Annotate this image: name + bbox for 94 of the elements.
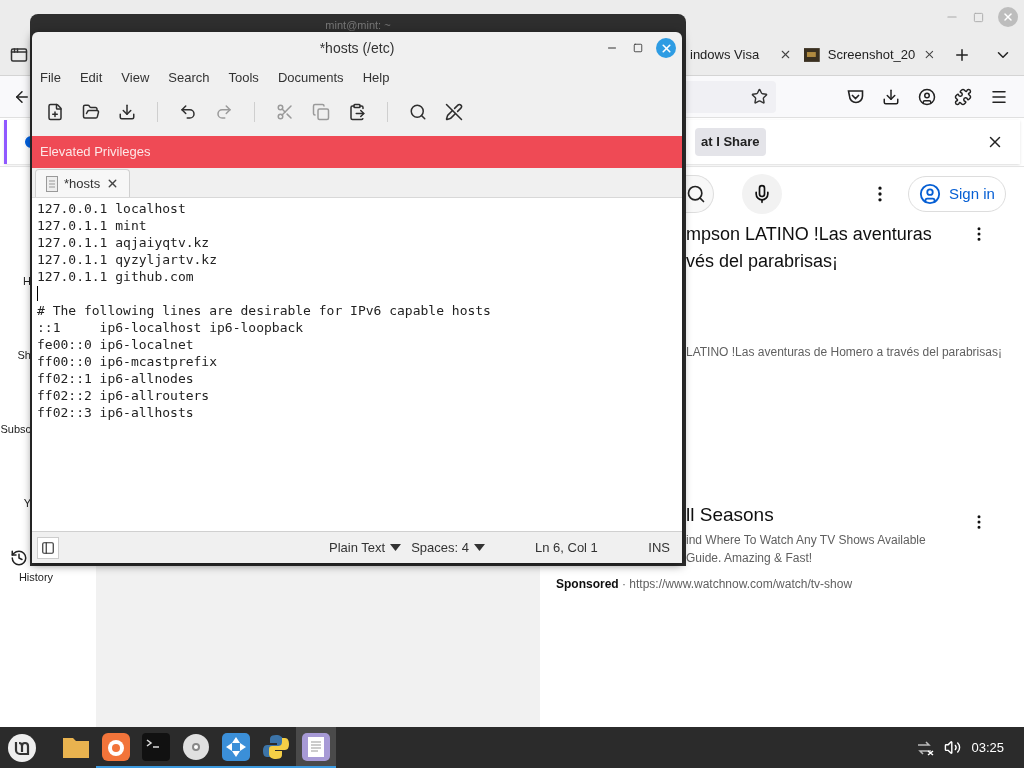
network-icon[interactable] xyxy=(916,739,935,756)
code-line: 127.0.1.1 mint xyxy=(37,217,147,234)
extensions-icon[interactable] xyxy=(954,87,972,106)
thumbnail-icon xyxy=(804,47,820,62)
menu-item[interactable]: Tools xyxy=(221,68,266,88)
search-icon xyxy=(686,184,706,204)
taskbar-app[interactable] xyxy=(296,727,336,768)
user-icon xyxy=(919,183,941,205)
voice-search-button[interactable] xyxy=(742,174,782,214)
sidebar-label[interactable]: Subsc xyxy=(0,421,31,437)
video-title[interactable]: vés del parabrisas¡ xyxy=(686,248,839,275)
undo-icon xyxy=(179,103,197,121)
search-button[interactable] xyxy=(686,175,714,213)
browser-icon xyxy=(102,732,130,761)
close-button[interactable] xyxy=(656,38,676,58)
share-button[interactable]: at I Share xyxy=(695,128,766,156)
window-title: mint@mint: ~ xyxy=(325,18,391,32)
text-cursor xyxy=(37,286,38,301)
text-editor-icon xyxy=(302,732,330,761)
close-icon xyxy=(1002,11,1014,23)
ad-description: ind Where To Watch Any TV Shows Available xyxy=(686,532,926,549)
code-line: ff02::3 ip6-allhosts xyxy=(37,404,194,421)
code-line: fe00::0 ip6-localnet xyxy=(37,336,194,353)
video-description: LATINO !Las aventuras de Homero a través del parabrisas¡ xyxy=(686,344,1002,361)
mint-logo-icon xyxy=(7,732,37,763)
language-dropdown[interactable]: Plain Text xyxy=(329,537,402,558)
menu-item[interactable]: Search xyxy=(161,68,217,88)
side-panel-button[interactable] xyxy=(37,536,59,559)
menu-item[interactable]: Help xyxy=(355,68,397,88)
side-panel-icon xyxy=(41,540,55,555)
code-line: # The following lines are desirable for IPv6 capable hosts xyxy=(37,302,491,319)
code-line: ff00::0 ip6-mcastprefix xyxy=(37,353,217,370)
new-file-icon xyxy=(46,103,64,121)
close-icon xyxy=(659,41,673,55)
sidebar-label[interactable]: Sh xyxy=(17,347,31,363)
history-icon[interactable] xyxy=(10,549,28,567)
close-icon[interactable] xyxy=(779,48,792,61)
app-icon xyxy=(222,732,250,761)
document-icon xyxy=(46,175,58,192)
close-icon[interactable] xyxy=(923,48,936,61)
pocket-icon[interactable] xyxy=(847,88,864,105)
maximize-icon xyxy=(633,43,643,53)
caret-icon xyxy=(473,544,485,551)
window-title: *hosts (/etc) xyxy=(319,38,395,58)
menu-item[interactable]: File xyxy=(33,68,68,88)
sidebar-label[interactable]: History xyxy=(18,569,54,585)
tab-label: Screenshot_20 xyxy=(827,45,916,64)
disc-icon xyxy=(182,732,210,761)
menu-item[interactable]: Documents xyxy=(270,68,351,88)
spellcheck-icon xyxy=(445,103,463,121)
bookmark-star-icon[interactable] xyxy=(751,88,768,105)
text-area[interactable] xyxy=(32,198,682,531)
code-line: 127.0.1.1 github.com xyxy=(37,268,194,285)
code-line: 127.0.0.1 localhost xyxy=(37,200,186,217)
save-icon xyxy=(118,103,136,121)
download-icon[interactable] xyxy=(882,87,900,106)
banner-text: Elevated Privileges xyxy=(40,143,151,162)
microphone-icon xyxy=(752,184,772,204)
caret-icon xyxy=(390,544,402,551)
clock[interactable]: 03:25 xyxy=(971,737,1004,758)
sidebar-label[interactable]: H xyxy=(23,273,31,289)
browser-tab[interactable]: indows Visa xyxy=(686,37,796,72)
ad-thumbnail[interactable] xyxy=(96,565,540,727)
code-line: ff02::1 ip6-allnodes xyxy=(37,370,194,387)
open-folder-icon xyxy=(82,103,100,121)
tab-list-icon[interactable] xyxy=(10,45,28,64)
tab-label: *hosts xyxy=(64,174,101,193)
cut-icon xyxy=(276,103,294,121)
ad-description: Guide. Amazing & Fast! xyxy=(686,550,813,567)
menu-item[interactable]: Edit xyxy=(72,68,110,88)
account-icon[interactable] xyxy=(918,87,936,106)
python-icon xyxy=(262,732,290,761)
ad-title[interactable]: ll Seasons xyxy=(686,501,774,529)
copy-icon xyxy=(312,103,330,121)
code-line: ::1 ip6-localhost ip6-loopback xyxy=(37,319,304,336)
paste-icon xyxy=(348,103,366,121)
indent-dropdown[interactable]: Spaces: 4 xyxy=(411,537,485,558)
cursor-position: Ln 6, Col 1 xyxy=(534,538,598,557)
volume-icon[interactable] xyxy=(944,739,962,756)
code-line: ff02::2 ip6-allrouters xyxy=(37,387,210,404)
start-menu-button[interactable] xyxy=(6,731,38,764)
code-line: 127.0.1.1 aqjaiyqtv.kz xyxy=(37,234,210,251)
terminal-icon xyxy=(142,732,170,761)
address-bar[interactable] xyxy=(686,80,776,113)
search-icon xyxy=(409,103,427,121)
sponsor-line: Sponsored · https://www.watchnow.com/watch/tv-show xyxy=(556,576,853,593)
insert-mode: INS xyxy=(648,538,670,557)
code-line: 127.0.1.1 qyzyljartv.kz xyxy=(37,251,217,268)
tab-label: indows Visa xyxy=(690,45,760,64)
video-title[interactable]: mpson LATINO !Las aventuras xyxy=(686,221,932,248)
redo-icon xyxy=(215,103,233,121)
menu-item[interactable]: View xyxy=(114,68,157,88)
browser-tab[interactable]: Screenshot_20 xyxy=(800,37,940,72)
document-tab[interactable]: *hosts xyxy=(35,169,131,197)
